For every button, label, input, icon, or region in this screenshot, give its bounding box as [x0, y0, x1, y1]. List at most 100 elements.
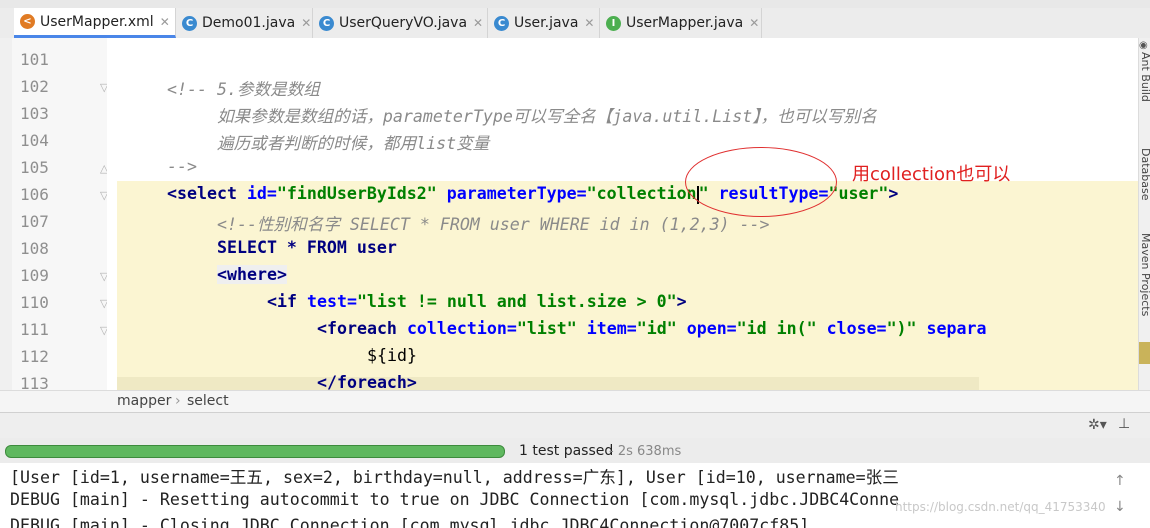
xml-value: ")"	[886, 319, 917, 338]
code-line-109: <where>	[217, 265, 287, 284]
code-line-112: ${id}	[367, 346, 417, 365]
line-number: 102	[20, 77, 49, 96]
line-number-gutter: 101 102 103 104 105 106 107 108 109 110 …	[12, 38, 108, 393]
tab-user-java[interactable]: C User.java ✕	[488, 8, 600, 38]
line-number: 103	[20, 104, 49, 123]
tool-maven-projects[interactable]: Maven Projects	[1139, 233, 1150, 316]
java-class-icon: C	[182, 15, 197, 31]
java-class-icon: C	[494, 15, 509, 31]
tab-userqueryvo-java[interactable]: C UserQueryVO.java ✕	[313, 8, 488, 38]
java-class-icon: C	[319, 15, 334, 31]
xml-attr: collection=	[406, 319, 517, 338]
test-status-bar: 1 test passed - 2s 638ms	[0, 438, 1150, 463]
java-interface-icon: I	[606, 15, 621, 31]
test-progress-bar	[5, 445, 505, 458]
close-icon[interactable]: ✕	[301, 16, 311, 30]
xml-attr: id=	[246, 184, 277, 203]
code-line-108: SELECT * FROM user	[217, 238, 397, 257]
xml-attr: close=	[826, 319, 887, 338]
code-editor[interactable]: <!-- 5.参数是数组 如果参数是数组的话，parameterType可以写全…	[107, 38, 1138, 390]
line-number: 108	[20, 239, 49, 258]
line-number: 101	[20, 50, 49, 69]
line-number: 110	[20, 293, 49, 312]
tab-label: User.java	[514, 15, 579, 31]
code-line-113: </foreach>	[317, 373, 417, 390]
xml-file-icon: <	[20, 14, 35, 29]
line-number: 105	[20, 158, 49, 177]
xml-value: "findUserByIds2"	[276, 184, 437, 203]
xml-comment: <!-- 5.参数是数组	[167, 80, 320, 99]
xml-comment: <!--性别和名字 SELECT * FROM user WHERE id in…	[217, 215, 770, 234]
close-icon[interactable]: ✕	[584, 16, 594, 30]
code-line-111: <foreach collection="list" item="id" ope…	[317, 319, 987, 338]
code-line-107: <!--性别和名字 SELECT * FROM user WHERE id in…	[217, 211, 770, 235]
code-line-103: 如果参数是数组的话，parameterType可以写全名【java.util.L…	[217, 103, 877, 127]
scroll-marker[interactable]	[1139, 342, 1150, 364]
xml-attr: test=	[306, 292, 357, 311]
xml-value: "id in("	[736, 319, 817, 338]
line-number: 109	[20, 266, 49, 285]
xml-comment: 遍历或者判断的时候，都用list变量	[217, 134, 490, 153]
right-tool-strip: ◉ Ant Build Database Maven Projects	[1138, 38, 1150, 390]
scroll-down-icon[interactable]: ↓	[1114, 499, 1126, 515]
line-number: 104	[20, 131, 49, 150]
close-icon[interactable]: ✕	[473, 16, 483, 30]
code-line-110: <if test="list != null and list.size > 0…	[267, 292, 687, 311]
console-line: DEBUG [main] - Closing JDBC Connection […	[10, 516, 810, 528]
test-duration: - 2s 638ms	[609, 444, 682, 459]
xml-value: "collection	[586, 184, 697, 203]
tab-label: UserMapper.xml	[40, 13, 154, 30]
test-passed-label: 1 test passed	[519, 443, 614, 459]
console-line: DEBUG [main] - Resetting autocommit to t…	[10, 490, 900, 509]
run-panel-toolbar: ✲▾ ⊥	[0, 412, 1150, 439]
hide-panel-icon[interactable]: ⊥	[1118, 416, 1130, 432]
xml-attr: separa	[926, 319, 987, 338]
console-output[interactable]: [User [id=1, username=王五, sex=2, birthda…	[0, 463, 1150, 528]
tab-label: UserQueryVO.java	[339, 15, 468, 31]
xml-tag: </foreach>	[317, 373, 417, 390]
xml-tag: >	[888, 184, 899, 203]
tab-demo01-java[interactable]: C Demo01.java ✕	[176, 8, 313, 38]
xml-comment: -->	[167, 157, 197, 176]
annotation-note: 用collection也可以	[852, 164, 1011, 185]
console-line: [User [id=1, username=王五, sex=2, birthda…	[10, 468, 899, 487]
editor-tab-bar: < UserMapper.xml ✕ C Demo01.java ✕ C Use…	[0, 8, 1150, 39]
close-icon[interactable]: ✕	[160, 15, 170, 29]
tab-label: Demo01.java	[202, 15, 296, 31]
tab-label: UserMapper.java	[626, 15, 744, 31]
tab-usermapper-java[interactable]: I UserMapper.java ✕	[600, 8, 762, 38]
gear-icon[interactable]: ✲▾	[1088, 417, 1107, 433]
xml-comment: 如果参数是数组的话，parameterType可以写全名【java.util.L…	[217, 107, 877, 126]
scroll-up-icon[interactable]: ↑	[1114, 473, 1126, 489]
xml-value: "list"	[516, 319, 577, 338]
breadcrumb: mapper › select	[0, 390, 1150, 413]
line-number: 111	[20, 320, 49, 339]
xml-tag: <select	[167, 184, 237, 203]
xml-attr: parameterType=	[446, 184, 587, 203]
line-number: 106	[20, 185, 49, 204]
scope-highlight-tail	[117, 377, 979, 390]
tool-database[interactable]: Database	[1139, 148, 1150, 201]
close-icon[interactable]: ✕	[749, 16, 759, 30]
xml-tag: <if	[267, 292, 297, 311]
tab-usermapper-xml[interactable]: < UserMapper.xml ✕	[14, 8, 176, 38]
xml-attr: open=	[686, 319, 737, 338]
annotation-ellipse	[685, 147, 837, 217]
xml-attr: item=	[586, 319, 637, 338]
xml-tag: <foreach	[317, 319, 397, 338]
line-number: 112	[20, 347, 49, 366]
breadcrumb-item[interactable]: select	[187, 393, 229, 409]
breadcrumb-item[interactable]: mapper	[117, 393, 171, 409]
code-line-104: 遍历或者判断的时候，都用list变量	[217, 130, 489, 154]
code-line-102: <!-- 5.参数是数组	[167, 76, 320, 100]
xml-value: "id"	[636, 319, 677, 338]
xml-tag: >	[676, 292, 687, 311]
xml-value: "user"	[828, 184, 889, 203]
xml-tag: <where>	[217, 265, 287, 284]
watermark: https://blog.csdn.net/qq_41753340	[895, 500, 1106, 514]
tool-ant-build[interactable]: Ant Build	[1139, 52, 1150, 102]
xml-value: "list != null and list.size > 0"	[356, 292, 677, 311]
line-number: 107	[20, 212, 49, 231]
placeholder-text: ${id}	[367, 346, 417, 365]
eye-icon[interactable]: ◉	[1139, 40, 1148, 51]
